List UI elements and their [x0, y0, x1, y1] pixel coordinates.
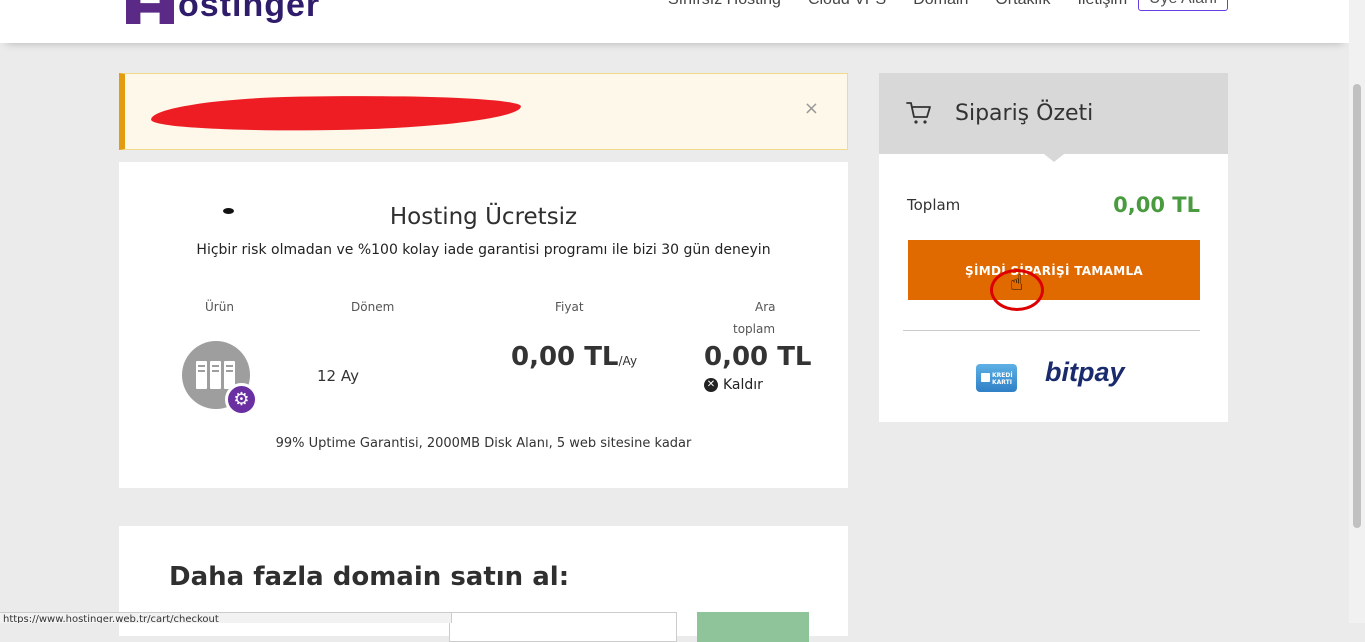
remove-item-button[interactable]: ✕ Kaldır [704, 377, 763, 393]
nav-unlimited-hosting[interactable]: Sınırsız Hosting [668, 0, 781, 9]
browser-status-url: https://www.hostinger.web.tr/cart/checko… [0, 612, 452, 623]
total-value: 0,00 TL [1113, 193, 1200, 217]
nav-affiliate[interactable]: Ortaklık [995, 0, 1050, 9]
price-unit: /Ay [618, 354, 638, 368]
divider [903, 330, 1200, 331]
main-nav: Sınırsız Hosting Cloud VPS Domain Ortakl… [668, 0, 1229, 11]
price-amount: 0,00 TL [511, 342, 619, 372]
column-product: Ürün [205, 300, 234, 314]
nav-domain[interactable]: Domain [913, 0, 968, 9]
remove-x-icon: ✕ [704, 378, 718, 392]
period-value: 12 Ay [317, 367, 359, 385]
credit-card-logo-text: KREDİ KARTI [992, 372, 1013, 386]
cart-icon [906, 102, 931, 124]
column-subtotal-line2: toplam [733, 322, 776, 336]
close-icon[interactable]: × [804, 98, 819, 119]
product-title: Hosting Ücretsiz [389, 204, 578, 230]
gear-icon: ⚙ [225, 383, 258, 416]
logo-mark-icon [126, 0, 174, 24]
total-label: Toplam [907, 196, 961, 214]
nav-contact[interactable]: İletişim [1077, 0, 1127, 9]
product-subtitle: Hiçbir risk olmadan ve %100 kolay iade g… [196, 242, 771, 258]
column-price: Fiyat [555, 300, 584, 314]
order-summary-title: Sipariş Özeti [955, 101, 1094, 126]
notice-alert: × [119, 73, 848, 150]
site-header: ostinger Sınırsız Hosting Cloud VPS Doma… [0, 0, 1349, 43]
complete-order-button[interactable]: ŞİMDİ SİPARİŞİ TAMAMLA [908, 240, 1200, 300]
bitpay-logo[interactable]: bitpay [1045, 357, 1125, 388]
order-summary: Sipariş Özeti Toplam 0,00 TL ŞİMDİ SİPAR… [879, 73, 1228, 422]
price-value: 0,00 TL/Ay [511, 342, 637, 372]
column-period: Dönem [351, 300, 395, 314]
remove-label: Kaldır [723, 377, 763, 393]
scrollbar-thumb[interactable] [1353, 84, 1361, 528]
member-area-button[interactable]: Üye Alanı [1138, 0, 1229, 11]
hostinger-logo[interactable]: ostinger [126, 0, 320, 31]
subtotal-value: 0,00 TL [704, 342, 812, 372]
product-card: Hosting Ücretsiz Hiçbir risk olmadan ve … [119, 162, 848, 488]
hand-cursor-icon: ☝ [1010, 271, 1024, 296]
card-chip-icon [981, 373, 990, 382]
order-summary-header: Sipariş Özeti [879, 73, 1228, 162]
nav-cloud-vps[interactable]: Cloud VPS [808, 0, 886, 9]
credit-card-icon[interactable]: KREDİ KARTI [976, 364, 1017, 392]
column-subtotal-line1: Ara [755, 300, 776, 314]
redacted-text [150, 92, 522, 134]
domain-title: Daha fazla domain satın al: [169, 562, 570, 592]
logo-text: ostinger [178, 0, 321, 24]
page-scrollbar[interactable] [1349, 0, 1365, 623]
domain-search-input[interactable] [449, 612, 677, 642]
product-features: 99% Uptime Garantisi, 2000MB Disk Alanı,… [275, 436, 692, 451]
domain-search-button[interactable] [697, 612, 809, 642]
